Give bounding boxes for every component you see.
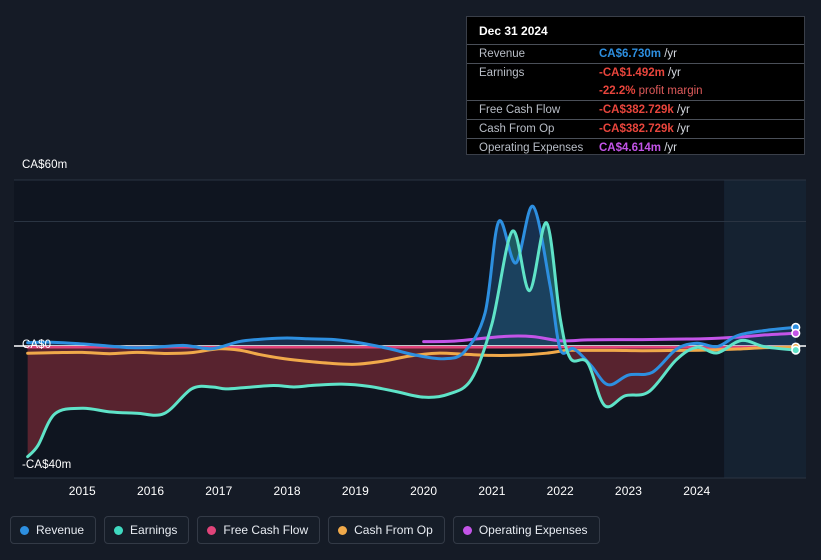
tooltip-row-value: -CA$382.729k /yr <box>599 119 804 139</box>
legend-color-dot-icon <box>207 525 217 535</box>
tooltip-row-amount: CA$4.614m <box>599 142 662 154</box>
tooltip-row-label: Earnings <box>467 63 599 82</box>
legend-item-label: Earnings <box>130 523 178 537</box>
tooltip-row-unit: /yr <box>661 48 677 60</box>
x-axis-label-2019: 2019 <box>341 484 369 498</box>
chart-tooltip: Dec 31 2024 Revenue CA$6.730m /yr Earnings… <box>466 16 805 157</box>
tooltip-row-unit: /yr <box>673 123 690 135</box>
y-axis-label-bottom: -CA$40m <box>22 459 72 471</box>
x-axis-label-2018: 2018 <box>273 484 301 498</box>
tooltip-profit-margin-label: profit margin <box>635 85 703 97</box>
tooltip-row-value: CA$6.730m /yr <box>599 44 804 64</box>
tooltip-row-amount: -CA$382.729k <box>599 123 674 135</box>
tooltip-row: Revenue CA$6.730m /yr <box>467 44 804 64</box>
x-axis-label-2016: 2016 <box>136 484 165 498</box>
tooltip-row-label: Operating Expenses <box>467 138 599 157</box>
tooltip-row-unit: /yr <box>673 104 690 116</box>
legend-item-label: Cash From Op <box>354 523 433 537</box>
y-axis-label-zero: CA$0 <box>22 339 52 351</box>
x-axis-label-2021: 2021 <box>478 484 506 498</box>
tooltip-row: Free Cash Flow -CA$382.729k /yr <box>467 100 804 120</box>
legend-item-cash-from-op[interactable]: Cash From Op <box>328 516 445 544</box>
tooltip-table: Revenue CA$6.730m /yr Earnings -CA$1.492m /… <box>467 44 804 157</box>
legend-item-label: Operating Expenses <box>478 523 588 537</box>
tooltip-row-amount: CA$6.730m <box>599 48 662 60</box>
tooltip-row-label: Cash From Op <box>467 119 599 139</box>
tooltip-date: Dec 31 2024 <box>479 24 548 38</box>
endpoint-dot-operating-expenses <box>792 330 799 337</box>
x-axis-label-2020: 2020 <box>410 484 438 498</box>
legend-color-dot-icon <box>462 525 472 535</box>
tooltip-row-amount: -CA$1.492m <box>599 67 665 79</box>
tooltip-subrow-spacer <box>467 82 599 101</box>
tooltip-subrow: -22.2% profit margin <box>467 82 804 101</box>
tooltip-row: Cash From Op -CA$382.729k /yr <box>467 119 804 139</box>
x-axis-label-2024: 2024 <box>683 484 711 498</box>
legend-item-free-cash-flow[interactable]: Free Cash Flow <box>197 516 321 544</box>
legend-item-label: Revenue <box>36 523 85 537</box>
legend-item-earnings[interactable]: Earnings <box>104 516 190 544</box>
x-axis-label-2015: 2015 <box>68 484 96 498</box>
legend-item-label: Free Cash Flow <box>223 523 309 537</box>
tooltip-row-label: Revenue <box>467 44 599 64</box>
tooltip-row-label: Free Cash Flow <box>467 100 599 120</box>
tooltip-row-unit: /yr <box>661 142 677 154</box>
chart-legend: Revenue Earnings Free Cash Flow Cash From O… <box>10 516 600 544</box>
legend-color-dot-icon <box>20 525 29 535</box>
tooltip-row: Earnings -CA$1.492m /yr <box>467 63 804 82</box>
x-axis-label-2017: 2017 <box>205 484 233 498</box>
endpoint-dot-earnings <box>792 347 799 354</box>
x-axis-label-2023: 2023 <box>614 484 643 498</box>
tooltip-row-value: CA$4.614m /yr <box>599 138 804 157</box>
financial-area-chart: CA$60m CA$0 -CA$40m 2015 2016 2017 2018 2019… <box>0 0 821 560</box>
legend-item-operating-expenses[interactable]: Operating Expenses <box>452 516 600 544</box>
y-axis-label-top: CA$60m <box>22 159 68 171</box>
x-axis-label-2022: 2022 <box>546 484 574 498</box>
tooltip-subrow-value: -22.2% profit margin <box>599 82 804 101</box>
tooltip-row: Operating Expenses CA$4.614m /yr <box>467 138 804 157</box>
tooltip-row-value: -CA$1.492m /yr <box>599 63 804 82</box>
plot-background <box>14 180 806 478</box>
legend-item-revenue[interactable]: Revenue <box>10 516 97 544</box>
tooltip-profit-margin-value: -22.2% <box>599 85 636 97</box>
tooltip-row-unit: /yr <box>664 67 681 79</box>
tooltip-row-amount: -CA$382.729k <box>599 104 674 116</box>
legend-color-dot-icon <box>338 525 348 535</box>
legend-color-dot-icon <box>114 525 124 535</box>
tooltip-row-value: -CA$382.729k /yr <box>599 100 804 120</box>
